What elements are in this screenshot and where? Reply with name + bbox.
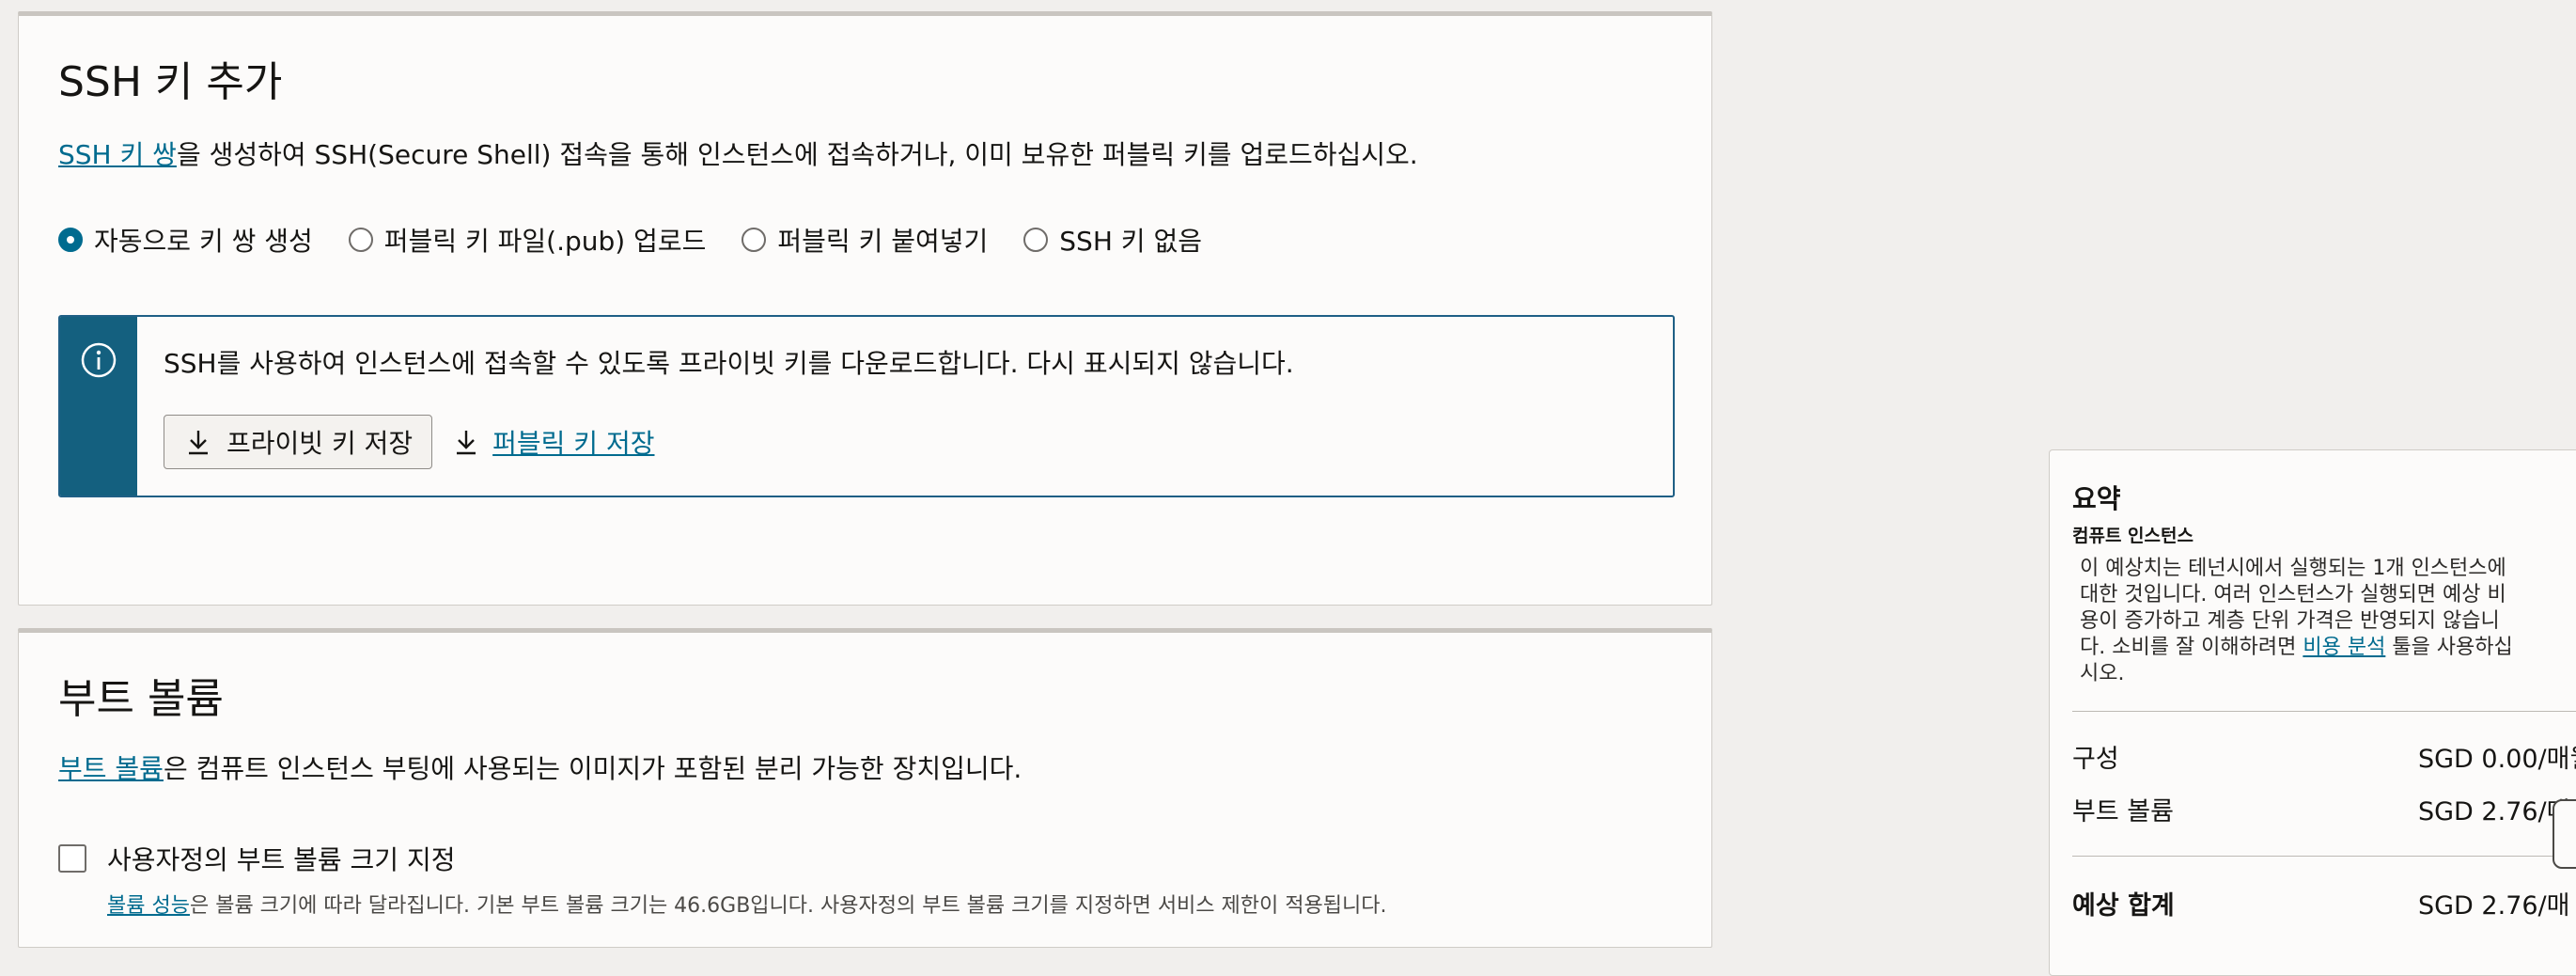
custom-boot-volume-size-option[interactable]: 사용자정의 부트 볼륨 크기 지정 bbox=[58, 840, 455, 877]
radio-generate-key-pair[interactable]: 자동으로 키 쌍 생성 bbox=[58, 221, 313, 259]
summary-title: 요약 bbox=[2072, 483, 2121, 514]
info-message-text: SSH를 사용하여 인스턴스에 접속할 수 있도록 프라이빗 키를 다운로드합니… bbox=[164, 348, 1294, 379]
summary-divider bbox=[2072, 856, 2576, 857]
radio-indicator[interactable] bbox=[348, 228, 373, 252]
ssh-key-panel: SSH 키 추가 SSH 키 쌍을 생성하여 SSH(Secure Shell)… bbox=[18, 11, 1712, 606]
note-line-after-link: 툴을 사용하십 bbox=[2385, 636, 2513, 659]
volume-performance-link[interactable]: 볼륨 성능 bbox=[107, 894, 190, 918]
radio-indicator[interactable] bbox=[1023, 228, 1049, 252]
boot-volume-link[interactable]: 부트 볼륨 bbox=[58, 753, 164, 784]
help-widget-handle[interactable] bbox=[2553, 799, 2576, 869]
radio-no-ssh-key[interactable]: SSH 키 없음 bbox=[1023, 221, 1202, 259]
ssh-section-title: SSH 키 추가 bbox=[58, 58, 283, 106]
key-download-actions: 프라이빗 키 저장 퍼블릭 키 저장 bbox=[164, 415, 655, 469]
ssh-key-pair-link[interactable]: SSH 키 쌍 bbox=[58, 139, 177, 170]
summary-row-value: SGD 2.76/매 bbox=[2418, 797, 2570, 826]
radio-paste-public-key-label: 퍼블릭 키 붙여넣기 bbox=[777, 226, 989, 257]
summary-row-label: 부트 볼륨 bbox=[2072, 797, 2174, 826]
radio-paste-public-key[interactable]: 퍼블릭 키 붙여넣기 bbox=[742, 221, 988, 259]
note-line: 다. 소비를 잘 이해하려면 비용 분석 툴을 사용하십 bbox=[2080, 635, 2576, 661]
boot-volume-description: 부트 볼륨은 컴퓨트 인스턴스 부팅에 사용되는 이미지가 포함된 분리 가능한… bbox=[58, 748, 1022, 786]
custom-boot-volume-size-label: 사용자정의 부트 볼륨 크기 지정 bbox=[107, 844, 456, 875]
radio-indicator-selected[interactable] bbox=[58, 228, 83, 252]
ssh-description-text: 을 생성하여 SSH(Secure Shell) 접속을 통해 인스턴스에 접속… bbox=[176, 139, 1418, 170]
boot-volume-section-title: 부트 볼륨 bbox=[58, 675, 224, 723]
ssh-key-options: 자동으로 키 쌍 생성 퍼블릭 키 파일(.pub) 업로드 퍼블릭 키 붙여넣… bbox=[58, 221, 1238, 259]
note-line-text: 다. 소비를 잘 이해하려면 bbox=[2080, 636, 2303, 659]
radio-upload-public-key-label: 퍼블릭 키 파일(.pub) 업로드 bbox=[383, 226, 707, 257]
boot-volume-help-rest: 은 볼륨 크기에 따라 달라집니다. 기본 부트 볼륨 크기는 46.6GB입니… bbox=[189, 894, 1387, 918]
radio-generate-key-pair-label: 자동으로 키 쌍 생성 bbox=[94, 226, 313, 257]
cost-summary-panel: 요약 컴퓨트 인스턴스 이 예상치는 테넌시에서 실행되는 1개 인스턴스에 대… bbox=[2049, 449, 2576, 976]
download-icon bbox=[189, 431, 208, 455]
download-icon bbox=[457, 431, 476, 455]
info-message-box: SSH를 사용하여 인스턴스에 접속할 수 있도록 프라이빗 키를 다운로드합니… bbox=[58, 315, 1675, 497]
note-line: 대한 것입니다. 여러 인스턴스가 실행되면 예상 비 bbox=[2080, 583, 2506, 606]
estimated-total-value: SGD 2.76/매 bbox=[2418, 891, 2570, 921]
boot-volume-help-text: 볼륨 성능은 볼륨 크기에 따라 달라집니다. 기본 부트 볼륨 크기는 46.… bbox=[107, 889, 1386, 919]
note-line: 이 예상치는 테넌시에서 실행되는 1개 인스턴스에 bbox=[2080, 557, 2506, 580]
cost-analysis-link[interactable]: 비용 분석 bbox=[2303, 636, 2385, 659]
summary-estimate-note: 이 예상치는 테넌시에서 실행되는 1개 인스턴스에 대한 것입니다. 여러 인… bbox=[2080, 556, 2576, 687]
save-public-key-link[interactable]: 퍼블릭 키 저장 bbox=[453, 423, 655, 461]
boot-volume-panel: 부트 볼륨 부트 볼륨은 컴퓨트 인스턴스 부팅에 사용되는 이미지가 포함된 … bbox=[18, 628, 1712, 948]
save-private-key-label: 프라이빗 키 저장 bbox=[226, 428, 414, 459]
custom-boot-volume-size-checkbox[interactable] bbox=[58, 844, 86, 873]
summary-row-label: 구성 bbox=[2072, 745, 2119, 774]
info-icon bbox=[81, 342, 117, 378]
radio-no-ssh-key-label: SSH 키 없음 bbox=[1059, 226, 1202, 257]
save-public-key-label[interactable]: 퍼블릭 키 저장 bbox=[492, 423, 654, 461]
summary-divider bbox=[2072, 711, 2576, 712]
boot-volume-description-text: 은 컴퓨트 인스턴스 부팅에 사용되는 이미지가 포함된 분리 가능한 장치입니… bbox=[163, 753, 1023, 784]
ssh-description: SSH 키 쌍을 생성하여 SSH(Secure Shell) 접속을 통해 인… bbox=[58, 134, 1418, 172]
summary-subtitle: 컴퓨트 인스턴스 bbox=[2072, 526, 2194, 546]
radio-indicator[interactable] bbox=[742, 228, 767, 252]
info-strip bbox=[60, 317, 137, 496]
note-line: 시오. bbox=[2080, 662, 2125, 685]
save-private-key-button[interactable]: 프라이빗 키 저장 bbox=[164, 415, 433, 469]
estimated-total-label: 예상 합계 bbox=[2072, 891, 2175, 921]
note-line: 용이 증가하고 계층 단위 가격은 반영되지 않습니 bbox=[2080, 609, 2500, 633]
radio-upload-public-key[interactable]: 퍼블릭 키 파일(.pub) 업로드 bbox=[348, 221, 707, 259]
summary-row-value: SGD 0.00/매월 bbox=[2418, 745, 2576, 774]
